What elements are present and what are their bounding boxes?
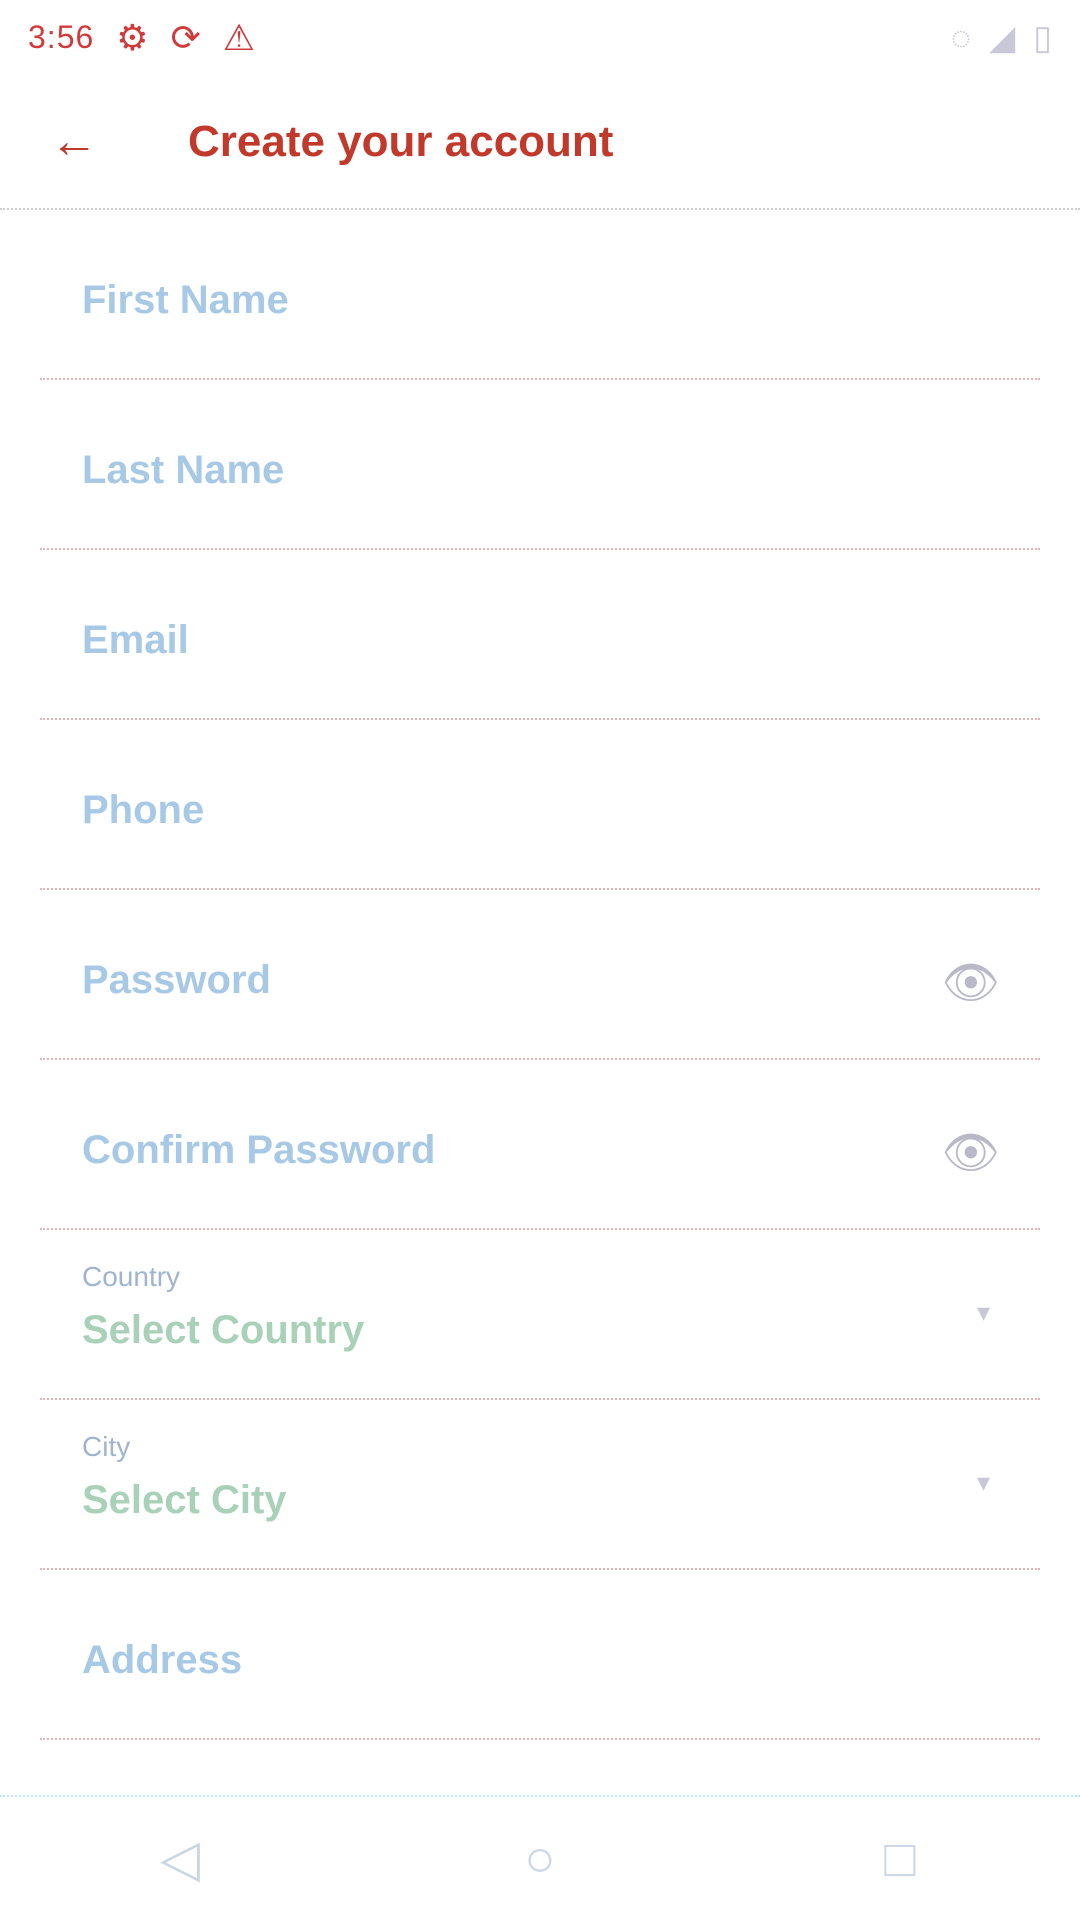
status-left: 3:56 ⚙ ⟳ ⚠ <box>28 19 255 56</box>
first-name-label: First Name <box>82 278 289 322</box>
nav-back-button[interactable]: ◁ <box>135 1814 225 1904</box>
city-value: Select City <box>82 1478 287 1522</box>
email-field[interactable]: Email <box>40 550 1040 720</box>
country-caption: Country <box>82 1261 181 1292</box>
wifi-icon: ◌ <box>950 18 972 57</box>
chevron-down-icon: ▾ <box>976 1467 990 1497</box>
password-field[interactable]: Password 👁 <box>40 890 1040 1060</box>
address-field[interactable]: Address <box>40 1570 1040 1740</box>
home-icon: ○ <box>524 1829 556 1888</box>
country-value: Select Country <box>82 1308 365 1352</box>
app-bar: ← Create your account <box>0 75 1080 210</box>
battery-icon: ▯ <box>1033 18 1052 57</box>
status-right: ◌ ◢ ▯ <box>951 21 1052 55</box>
signup-form: First Name Last Name Email Phone Passwor… <box>0 210 1080 1740</box>
warning-icon: ⚠ <box>222 16 256 58</box>
city-caption: City <box>82 1431 131 1462</box>
sync-icon: ⟳ <box>170 16 201 58</box>
confirm-password-label: Confirm Password <box>82 1128 436 1172</box>
back-icon: ◁ <box>160 1829 200 1888</box>
chevron-down-icon: ▾ <box>976 1297 990 1327</box>
back-button[interactable]: ← <box>34 102 114 182</box>
arrow-left-icon: ← <box>50 115 98 168</box>
system-nav-bar: ◁ ○ □ <box>0 1795 1080 1920</box>
status-bar: 3:56 ⚙ ⟳ ⚠ ◌ ◢ ▯ <box>0 0 1080 75</box>
status-time: 3:56 <box>28 19 95 55</box>
gear-icon: ⚙ <box>116 16 149 58</box>
last-name-label: Last Name <box>82 448 285 492</box>
signal-icon: ◢ <box>989 18 1016 57</box>
eye-icon[interactable]: 👁 <box>942 955 1000 1010</box>
city-select[interactable]: City Select City ▾ <box>40 1400 1040 1570</box>
nav-recents-button[interactable]: □ <box>855 1814 945 1904</box>
phone-label: Phone <box>82 788 205 832</box>
phone-field[interactable]: Phone <box>40 720 1040 890</box>
eye-icon[interactable]: 👁 <box>942 1125 1000 1180</box>
first-name-field[interactable]: First Name <box>40 210 1040 380</box>
country-select[interactable]: Country Select Country ▾ <box>40 1230 1040 1400</box>
address-label: Address <box>82 1638 243 1682</box>
recents-icon: □ <box>884 1829 916 1888</box>
password-label: Password <box>82 958 271 1002</box>
email-label: Email <box>82 618 189 662</box>
last-name-field[interactable]: Last Name <box>40 380 1040 550</box>
page-title: Create your account <box>188 116 614 166</box>
nav-home-button[interactable]: ○ <box>495 1814 585 1904</box>
confirm-password-field[interactable]: Confirm Password 👁 <box>40 1060 1040 1230</box>
